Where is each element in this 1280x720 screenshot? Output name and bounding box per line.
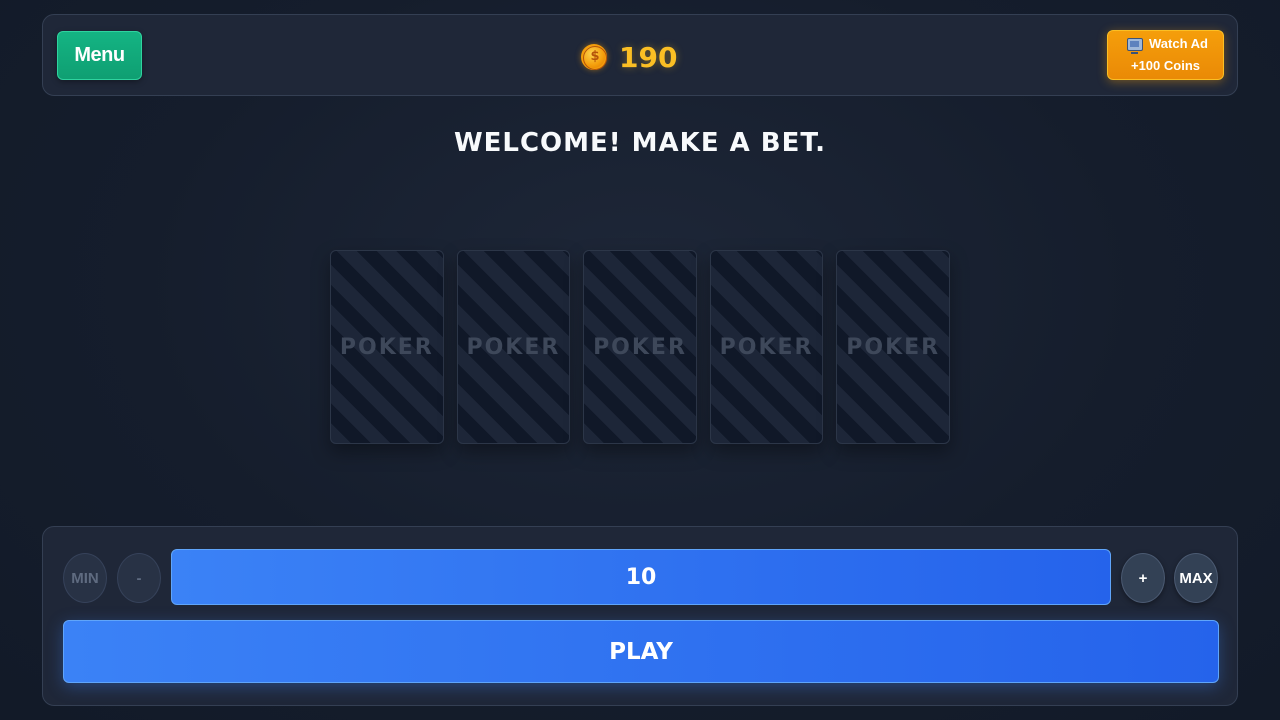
card-back-label: POKER xyxy=(719,334,814,360)
bet-panel: MIN - 10 + MAX PLAY xyxy=(42,526,1238,706)
card-back-label: POKER xyxy=(339,334,434,360)
min-bet-button[interactable]: MIN xyxy=(63,553,107,603)
max-bet-button[interactable]: MAX xyxy=(1174,553,1218,603)
bet-amount: 10 xyxy=(171,549,1111,605)
status-message: WELCOME! MAKE A BET. xyxy=(453,128,827,158)
watch-ad-button[interactable]: Watch Ad +100 Coins xyxy=(1107,30,1224,80)
card-4[interactable]: POKER xyxy=(709,250,824,444)
play-button[interactable]: PLAY xyxy=(63,620,1219,683)
decrease-bet-button[interactable]: - xyxy=(117,553,161,603)
card-5[interactable]: POKER xyxy=(836,250,950,444)
coin-icon xyxy=(581,44,607,70)
top-bar: Menu 190 Watch Ad +100 Coins xyxy=(42,14,1238,96)
coin-count: 190 xyxy=(619,40,678,74)
increase-bet-button[interactable]: + xyxy=(1121,553,1165,603)
card-row: POKER POKER POKER POKER POKER xyxy=(330,250,950,444)
card-back-label: POKER xyxy=(846,334,941,360)
card-1[interactable]: POKER xyxy=(330,250,444,444)
watch-ad-line: Watch Ad xyxy=(1127,33,1208,55)
card-2[interactable]: POKER xyxy=(456,250,571,444)
card-back-label: POKER xyxy=(466,334,561,360)
card-back-label: POKER xyxy=(593,334,687,360)
coin-balance: 190 xyxy=(581,39,677,75)
watch-ad-label: Watch Ad xyxy=(1149,36,1208,51)
tv-icon xyxy=(1127,37,1143,54)
ad-reward-label: +100 Coins xyxy=(1130,58,1200,73)
menu-button[interactable]: Menu xyxy=(57,31,142,80)
card-3[interactable]: POKER xyxy=(583,250,697,444)
